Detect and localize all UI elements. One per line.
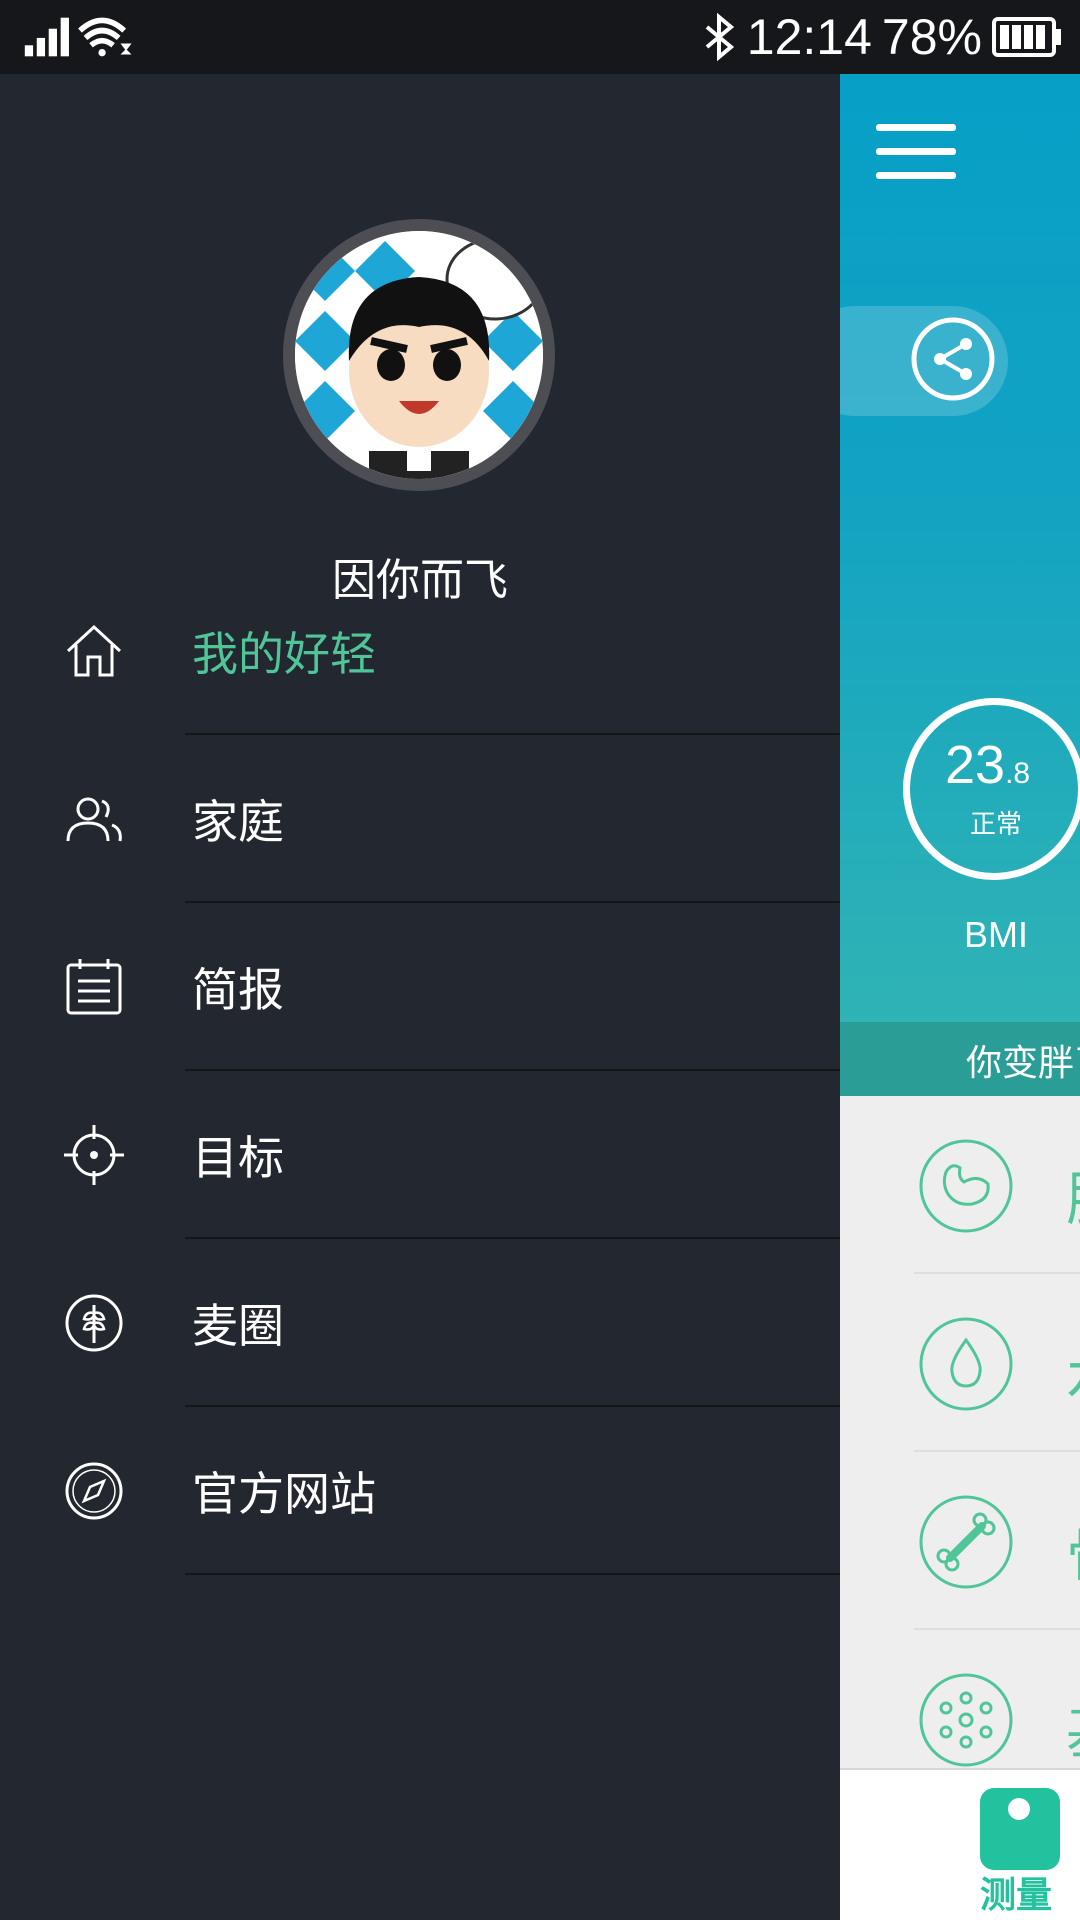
menu-item-official-site[interactable]: 官方网站 — [0, 1407, 840, 1575]
menu-item-label: 麦圈 — [192, 1299, 284, 1353]
metric-label: 肌 — [1066, 1152, 1080, 1236]
menu-item-label: 官方网站 — [192, 1467, 376, 1521]
signal-icon — [24, 17, 132, 57]
water-drop-icon — [919, 1317, 1013, 1411]
battery-icon — [992, 17, 1061, 57]
share-icon[interactable] — [910, 316, 996, 402]
bmi-label: BMI — [964, 914, 1029, 955]
battery-percent: 78% — [881, 9, 982, 65]
divider — [185, 1573, 840, 1575]
bottom-bar: 测量 — [840, 1768, 1080, 1920]
status-bar: 12:14 78% — [0, 0, 1080, 74]
bmi-hero: 23.8 正常 BMI 你变胖了 — [840, 74, 1080, 1096]
menu-item-label: 我的好轻 — [192, 627, 376, 681]
bmi-status: 正常 — [970, 810, 1023, 840]
menu-item-maiquan[interactable]: 麦圈 — [0, 1239, 840, 1407]
menu-item-family[interactable]: 家庭 — [0, 735, 840, 903]
bmi-value-int: 23 — [945, 735, 1006, 795]
metric-label: 水 — [1066, 1330, 1080, 1414]
menu-item-target[interactable]: 目标 — [0, 1071, 840, 1239]
menu-item-label: 目标 — [192, 1131, 284, 1185]
cartoon-avatar — [295, 231, 543, 479]
family-icon — [66, 797, 122, 842]
notice-banner: 你变胖了 — [840, 1022, 1080, 1096]
metric-row-muscle[interactable]: 肌 — [840, 1096, 1080, 1274]
menu-item-report[interactable]: 简报 — [0, 903, 840, 1071]
measure-button[interactable] — [980, 1788, 1060, 1870]
navigation-drawer: 因你而飞 我的好轻 家庭 简报 目标 麦圈 官方网站 — [0, 74, 840, 1920]
banner-text: 你变胖了 — [966, 1043, 1080, 1084]
measure-label: 测量 — [980, 1875, 1053, 1916]
metric-label: 基 — [1066, 1686, 1080, 1770]
scale-icon — [1008, 1798, 1030, 1820]
molecule-icon — [919, 1673, 1013, 1767]
target-icon — [64, 1125, 124, 1185]
home-icon — [66, 624, 122, 677]
status-time: 12:14 — [746, 9, 872, 65]
menu-item-label: 家庭 — [192, 795, 284, 849]
metric-row-water[interactable]: 水 — [840, 1274, 1080, 1452]
avatar[interactable] — [283, 219, 555, 491]
menu-item-label: 简报 — [192, 963, 284, 1017]
menu-icon[interactable] — [876, 122, 956, 182]
bone-icon — [919, 1495, 1013, 1589]
bmi-value-dec: .8 — [1005, 757, 1031, 790]
report-icon — [66, 959, 122, 1015]
wheat-icon — [65, 1294, 123, 1352]
wifi-icon — [78, 17, 132, 57]
bluetooth-icon — [705, 13, 734, 61]
muscle-icon — [919, 1139, 1013, 1233]
bmi-value: 23.8 — [945, 734, 1080, 796]
metric-row-bone[interactable]: 骨 — [840, 1452, 1080, 1630]
metric-label: 骨 — [1066, 1508, 1080, 1592]
compass-icon — [65, 1462, 123, 1520]
menu-item-my-haoqing[interactable]: 我的好轻 — [0, 567, 840, 735]
main-screen-peek[interactable]: 23.8 正常 BMI 你变胖了 肌 水 骨 — [840, 74, 1080, 1920]
